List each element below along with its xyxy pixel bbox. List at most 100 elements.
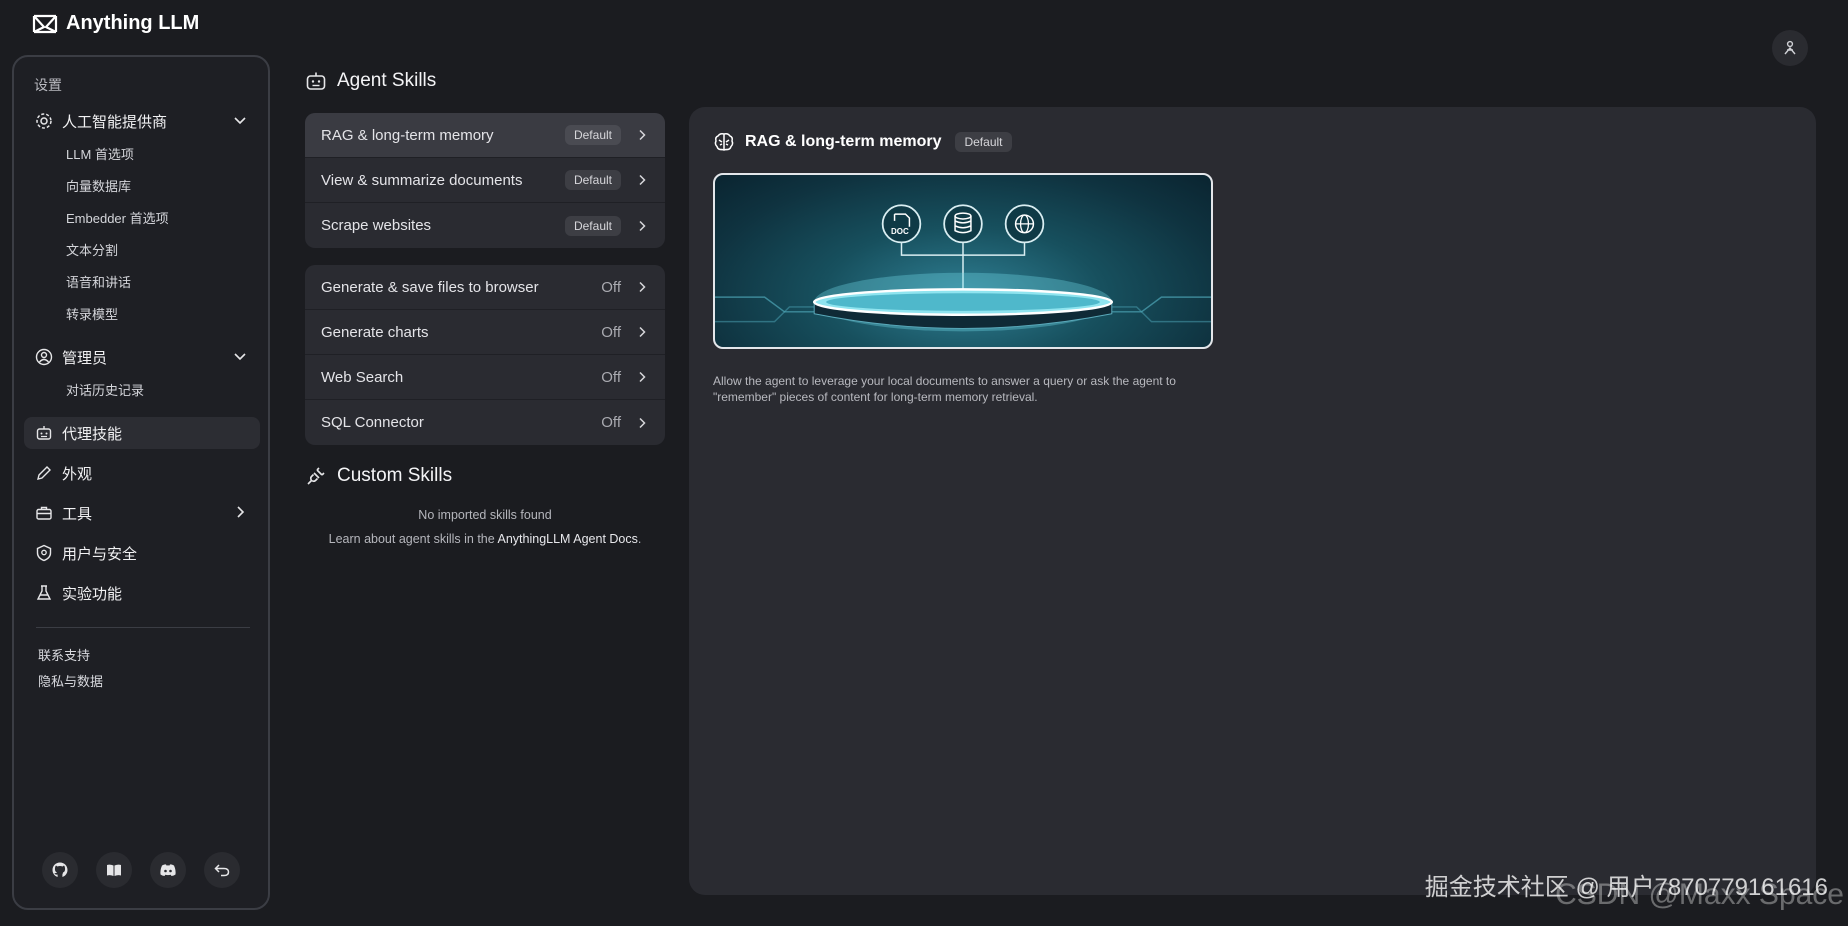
settings-sidebar: 设置 人工智能提供商 LLM 首选项 向量数据库 Embedder 首选项 文本… xyxy=(12,55,270,910)
robot-icon xyxy=(306,72,326,90)
skill-label: RAG & long-term memory xyxy=(321,126,494,144)
gear-icon xyxy=(34,111,54,131)
logo-icon xyxy=(32,14,58,33)
status-badge: Default xyxy=(564,170,621,190)
sidebar-item-label: 工具 xyxy=(62,505,93,523)
user-gear-icon xyxy=(34,347,54,367)
shield-icon xyxy=(34,543,54,563)
sidebar-item-embedder[interactable]: Embedder 首选项 xyxy=(66,203,260,235)
sidebar-group-label: 人工智能提供商 xyxy=(62,113,168,131)
sidebar-item-vector-db[interactable]: 向量数据库 xyxy=(66,171,260,203)
custom-skills-title: Custom Skills xyxy=(337,465,453,486)
flask-icon xyxy=(34,583,54,603)
github-button[interactable] xyxy=(42,852,78,888)
rag-illustration xyxy=(715,204,1211,332)
agent-skills-title: Agent Skills xyxy=(337,70,437,91)
chevron-right-icon xyxy=(639,371,646,383)
user-menu-button[interactable] xyxy=(1772,30,1808,66)
optional-skills-list: Generate & save files to browser Off Gen… xyxy=(305,265,665,445)
chevron-down-icon xyxy=(234,117,246,125)
sidebar-group-label: 管理员 xyxy=(62,349,108,367)
app-name: Anything LLM xyxy=(66,12,200,34)
brain-icon xyxy=(714,133,734,151)
sidebar-item-agent-skills[interactable]: 代理技能 xyxy=(24,417,260,449)
watermark-juejin: 掘金技术社区 @ 用户7870779161616 xyxy=(1424,874,1828,901)
docs-button[interactable] xyxy=(96,852,132,888)
sidebar-group-ai-providers[interactable]: 人工智能提供商 xyxy=(24,105,260,137)
skill-row-web-search[interactable]: Web Search Off xyxy=(305,355,665,400)
status-badge: Default xyxy=(564,125,621,145)
skill-label: Scrape websites xyxy=(321,217,432,234)
custom-skills-learn: Learn about agent skills in the Anything… xyxy=(305,532,665,546)
chevron-right-icon xyxy=(639,220,646,231)
skill-label: View & summarize documents xyxy=(321,171,523,189)
skill-row-summarize-docs[interactable]: View & summarize documents Default xyxy=(305,158,665,203)
skill-row-rag-memory[interactable]: RAG & long-term memory Default xyxy=(305,113,665,158)
plug-icon xyxy=(307,467,325,485)
sidebar-item-security[interactable]: 用户与安全 xyxy=(24,537,260,569)
chevron-right-icon xyxy=(639,174,646,186)
skill-row-generate-charts[interactable]: Generate charts Off xyxy=(305,310,665,355)
discord-icon xyxy=(160,864,176,876)
sidebar-nav: 人工智能提供商 LLM 首选项 向量数据库 Embedder 首选项 文本分割 … xyxy=(24,105,260,617)
skill-label: SQL Connector xyxy=(321,414,424,431)
sidebar-item-label: 实验功能 xyxy=(62,585,123,603)
skill-label: Generate & save files to browser xyxy=(321,278,539,296)
status-text: Off xyxy=(601,414,621,431)
discord-button[interactable] xyxy=(150,852,186,888)
detail-badge: Default xyxy=(955,132,1012,152)
sidebar-item-text-splitter[interactable]: 文本分割 xyxy=(66,235,260,267)
toolbox-icon xyxy=(34,503,54,523)
sidebar-section-title: 设置 xyxy=(34,77,62,93)
undo-icon xyxy=(214,864,230,877)
doc-icon-label: DOC xyxy=(891,227,909,236)
chevron-right-icon xyxy=(237,506,245,518)
chevron-down-icon xyxy=(234,353,246,361)
sidebar-item-label: 用户与安全 xyxy=(62,545,138,563)
admin-sublist: 对话历史记录 xyxy=(66,375,260,407)
sidebar-item-llm[interactable]: LLM 首选项 xyxy=(66,139,260,171)
skill-row-scrape-websites[interactable]: Scrape websites Default xyxy=(305,203,665,248)
status-text: Off xyxy=(601,278,621,296)
sidebar-item-label: 代理技能 xyxy=(62,425,123,443)
skill-label: Web Search xyxy=(321,368,404,386)
detail-title: RAG & long-term memory xyxy=(745,133,942,150)
detail-header: RAG & long-term memory Default xyxy=(713,131,1026,153)
person-icon xyxy=(1784,40,1796,55)
skill-label: Generate charts xyxy=(321,323,429,341)
custom-skills-empty: No imported skills found xyxy=(305,508,665,522)
github-icon xyxy=(52,862,68,877)
sidebar-divider xyxy=(36,627,250,628)
detail-description: Allow the agent to leverage your local d… xyxy=(713,374,1176,404)
learn-suffix: . xyxy=(637,532,642,546)
custom-skills-header: Custom Skills xyxy=(305,465,452,487)
sidebar-item-voice[interactable]: 语音和讲话 xyxy=(66,267,260,299)
pencil-icon xyxy=(34,463,54,483)
agent-docs-link[interactable]: AnythingLLM Agent Docs xyxy=(498,532,638,546)
sidebar-footer-links: 联系支持 隐私与数据 xyxy=(38,643,103,695)
contact-support-link[interactable]: 联系支持 xyxy=(38,643,103,669)
learn-prefix: Learn about agent skills in the xyxy=(328,532,498,546)
default-skills-list: RAG & long-term memory Default View & su… xyxy=(305,113,665,248)
skill-row-save-files[interactable]: Generate & save files to browser Off xyxy=(305,265,665,310)
chevron-right-icon xyxy=(639,417,646,428)
privacy-data-link[interactable]: 隐私与数据 xyxy=(38,669,103,695)
sidebar-bottom-icons xyxy=(42,852,240,888)
sidebar-item-chat-history[interactable]: 对话历史记录 xyxy=(66,375,260,407)
agent-skills-header: Agent Skills xyxy=(305,70,436,92)
sidebar-item-transcription[interactable]: 转录模型 xyxy=(66,299,260,331)
sidebar-group-admin[interactable]: 管理员 xyxy=(24,341,260,373)
robot-icon xyxy=(34,423,54,443)
status-badge: Default xyxy=(564,215,621,236)
sidebar-item-appearance[interactable]: 外观 xyxy=(24,457,260,489)
chevron-right-icon xyxy=(639,326,646,338)
sidebar-item-label: 外观 xyxy=(62,465,93,483)
back-button[interactable] xyxy=(204,852,240,888)
skill-row-sql-connector[interactable]: SQL Connector Off xyxy=(305,400,665,445)
chevron-right-icon xyxy=(639,129,646,141)
empty-text: No imported skills found xyxy=(418,508,552,522)
sidebar-item-tools[interactable]: 工具 xyxy=(24,497,260,529)
book-icon xyxy=(107,864,121,876)
skill-detail-panel: RAG & long-term memory Default DOC Allow… xyxy=(689,107,1816,895)
sidebar-item-experimental[interactable]: 实验功能 xyxy=(24,577,260,609)
